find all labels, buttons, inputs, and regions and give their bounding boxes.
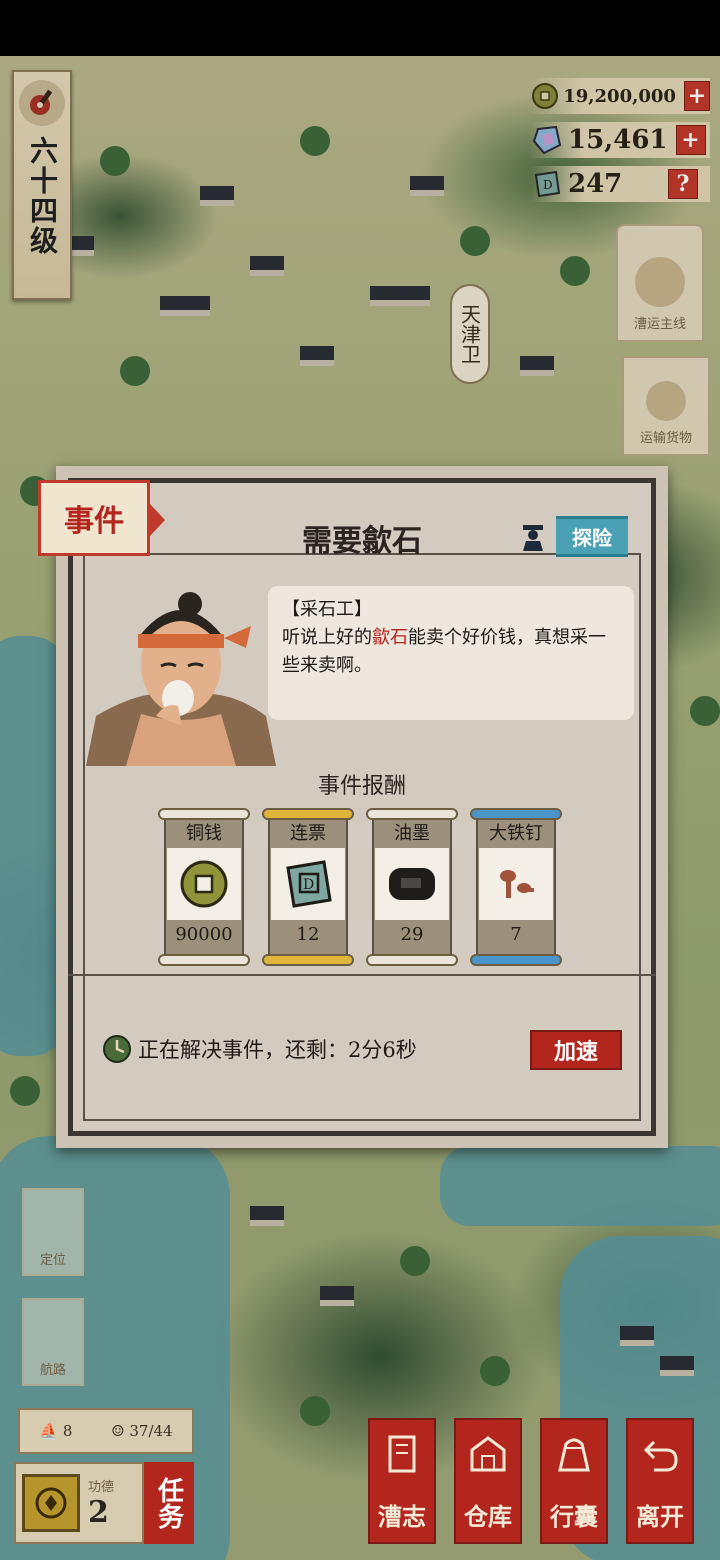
npc-portrait — [86, 586, 276, 766]
reward-qty: 7 — [510, 924, 522, 945]
reward-qty: 12 — [296, 924, 320, 945]
reward-qty: 29 — [400, 924, 424, 945]
reward-ink[interactable]: 油墨 29 — [366, 808, 458, 966]
crew-stat: ☺ 37/44 — [111, 1422, 173, 1440]
locate-button[interactable]: 定位 — [22, 1188, 84, 1276]
fleet-stats[interactable]: ⛵ 8 ☺ 37/44 — [18, 1408, 194, 1454]
warehouse-icon — [466, 1430, 510, 1478]
coin-icon — [167, 848, 241, 920]
reward-title: 事件报酬 — [317, 774, 406, 799]
scroll-rod — [366, 954, 458, 966]
nav-warehouse-label: 仓库 — [464, 1502, 512, 1531]
ink-icon — [375, 848, 449, 920]
reward-ticket[interactable]: 连票 D 12 — [262, 808, 354, 966]
reward-name: 油墨 — [394, 823, 430, 844]
scroll-rod — [158, 954, 250, 966]
route-label: 航路 — [39, 1363, 66, 1378]
nav-journal-label: 漕志 — [378, 1502, 426, 1531]
scroll-rod — [158, 808, 250, 820]
route-button[interactable]: 航路 — [22, 1298, 84, 1386]
locate-label: 定位 — [39, 1253, 66, 1268]
merit-box[interactable]: 功德 2 — [14, 1462, 144, 1544]
scholar-icon — [523, 524, 543, 551]
nav-bag-label: 行囊 — [550, 1502, 598, 1531]
boat-stat: ⛵ 8 — [39, 1422, 73, 1440]
nav-leave-label: 离开 — [636, 1502, 684, 1531]
nav-leave-button[interactable]: 离开 — [626, 1418, 694, 1544]
nail-icon — [479, 848, 553, 920]
reward-qty: 90000 — [175, 924, 233, 945]
reward-name: 铜钱 — [186, 823, 222, 844]
return-icon — [638, 1430, 682, 1478]
event-timer: 正在解决事件，还剩：2分6秒 — [102, 1034, 417, 1064]
merit-label: 功德 — [88, 1480, 115, 1495]
reward-name: 连票 — [290, 823, 326, 844]
nav-warehouse-button[interactable]: 仓库 — [454, 1418, 522, 1544]
task-button[interactable]: 任务 — [144, 1462, 194, 1544]
scroll-rod — [262, 808, 354, 820]
status-text: 正在解决事件，还剩：2分6秒 — [138, 1038, 417, 1062]
clock-icon — [103, 1035, 131, 1063]
reward-nail[interactable]: 大铁钉 7 — [470, 808, 562, 966]
panel-divider — [68, 974, 656, 976]
nav-journal-button[interactable]: 漕志 — [368, 1418, 436, 1544]
explore-badge[interactable]: 探险 — [556, 516, 628, 557]
bag-icon — [552, 1430, 596, 1478]
merit-value: 2 — [88, 1495, 109, 1530]
scroll-rod — [470, 808, 562, 820]
dialogue-text: 听说上好的歙石能卖个好价钱，真想采一些来卖啊。 — [282, 627, 606, 676]
reward-copper[interactable]: 铜钱 90000 — [158, 808, 250, 966]
status-bar — [0, 0, 720, 56]
highlight-item: 歙石 — [372, 627, 408, 648]
merit-icon — [22, 1474, 80, 1532]
scroll-rod — [470, 954, 562, 966]
svg-text:D: D — [303, 877, 314, 893]
event-panel: 事件 需要歙石 探险 【采石工】 听说上好的歙石能卖个好价钱，真想采一些来卖啊。 — [38, 466, 668, 1148]
speed-up-button[interactable]: 加速 — [530, 1030, 622, 1070]
scroll-rod — [366, 808, 458, 820]
event-type: 探险 — [520, 516, 628, 557]
ticket-icon: D — [271, 848, 345, 920]
dialogue-bubble: 【采石工】 听说上好的歙石能卖个好价钱，真想采一些来卖啊。 — [268, 586, 634, 720]
reward-name: 大铁钉 — [489, 823, 543, 844]
speaker-name: 【采石工】 — [282, 599, 372, 620]
book-icon — [380, 1430, 424, 1478]
nav-bag-button[interactable]: 行囊 — [540, 1418, 608, 1544]
scroll-rod — [262, 954, 354, 966]
